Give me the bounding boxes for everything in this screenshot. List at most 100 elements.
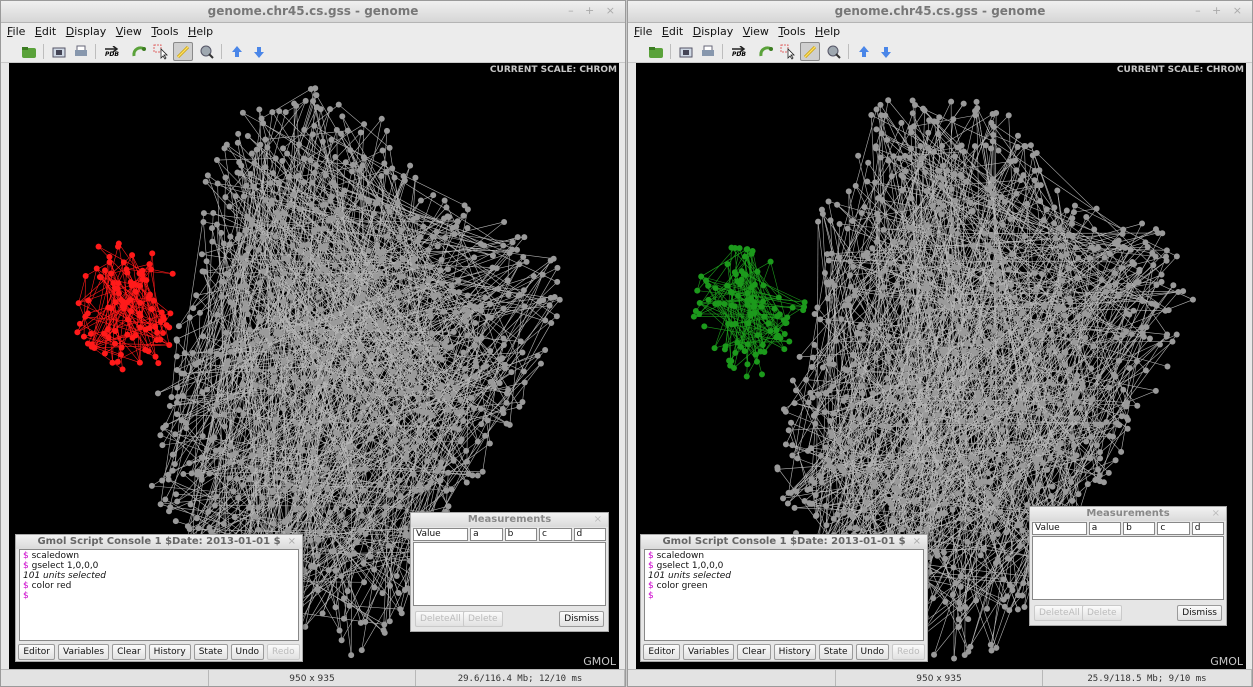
title-bar[interactable]: genome.chr45.cs.gss - genome – + × bbox=[1, 1, 625, 23]
redo-button[interactable]: Redo bbox=[892, 644, 925, 660]
bead bbox=[896, 155, 903, 162]
history-button[interactable]: History bbox=[773, 644, 816, 660]
screenshot-icon[interactable] bbox=[676, 42, 696, 61]
menu-help[interactable]: Help bbox=[188, 23, 213, 40]
column-value[interactable]: Value bbox=[413, 528, 469, 541]
console-input-line[interactable]: $ bbox=[648, 591, 920, 601]
console-input-line[interactable]: $ bbox=[23, 591, 295, 601]
console-title-bar[interactable]: Gmol Script Console 1 $Date: 2013-01-01 … bbox=[16, 535, 302, 549]
delete-button[interactable]: Delete bbox=[463, 611, 503, 627]
menu-file[interactable]: File bbox=[634, 23, 652, 40]
bead bbox=[367, 264, 374, 271]
dismiss-button[interactable]: Dismiss bbox=[559, 611, 604, 627]
column-value[interactable]: Value bbox=[1032, 522, 1087, 535]
select-icon[interactable] bbox=[778, 42, 798, 61]
menu-view[interactable]: View bbox=[743, 23, 769, 40]
bead bbox=[260, 268, 267, 275]
window-controls[interactable]: – + × bbox=[568, 4, 619, 17]
bead bbox=[340, 382, 347, 389]
screenshot-icon[interactable] bbox=[49, 42, 69, 61]
rotate-icon[interactable] bbox=[756, 42, 776, 61]
bead bbox=[988, 145, 995, 152]
column-d[interactable]: d bbox=[573, 528, 607, 541]
bead bbox=[108, 270, 115, 277]
bead bbox=[409, 377, 416, 384]
variables-button[interactable]: Variables bbox=[682, 644, 735, 660]
menu-file[interactable]: File bbox=[7, 23, 25, 40]
delete-all-button[interactable]: DeleteAll bbox=[1034, 605, 1085, 621]
state-button[interactable]: State bbox=[818, 644, 853, 660]
menu-tools[interactable]: Tools bbox=[151, 23, 178, 40]
bead bbox=[925, 229, 932, 236]
measurements-list[interactable] bbox=[413, 542, 606, 606]
menu-tools[interactable]: Tools bbox=[778, 23, 805, 40]
clear-button[interactable]: Clear bbox=[737, 644, 771, 660]
column-d[interactable]: d bbox=[1191, 522, 1225, 535]
close-icon[interactable]: × bbox=[594, 513, 602, 527]
delete-all-button[interactable]: DeleteAll bbox=[415, 611, 466, 627]
editor-button[interactable]: Editor bbox=[643, 644, 680, 660]
close-icon[interactable]: × bbox=[288, 535, 296, 549]
column-c[interactable]: c bbox=[539, 528, 572, 541]
bead bbox=[957, 515, 964, 522]
menu-edit[interactable]: Edit bbox=[35, 23, 56, 40]
close-icon[interactable]: × bbox=[913, 535, 921, 549]
rotate-icon[interactable] bbox=[129, 42, 149, 61]
undo-button[interactable]: Undo bbox=[230, 644, 265, 660]
column-b[interactable]: b bbox=[1123, 522, 1156, 535]
column-c[interactable]: c bbox=[1157, 522, 1190, 535]
column-a[interactable]: a bbox=[1088, 522, 1122, 535]
measure-icon[interactable] bbox=[173, 42, 193, 61]
close-icon[interactable]: × bbox=[1212, 507, 1220, 521]
measurements-title-bar[interactable]: Measurements × bbox=[411, 513, 608, 527]
dismiss-button[interactable]: Dismiss bbox=[1177, 605, 1222, 621]
bead bbox=[464, 292, 471, 299]
column-a[interactable]: a bbox=[470, 528, 503, 541]
bead bbox=[158, 309, 165, 316]
console-output[interactable]: $ scaledown $ gselect 1,0,0,0 101 units … bbox=[644, 549, 924, 641]
undo-button[interactable]: Undo bbox=[855, 644, 890, 660]
title-bar[interactable]: genome.chr45.cs.gss - genome – + × bbox=[628, 1, 1252, 23]
bead bbox=[343, 388, 350, 395]
measurements-list[interactable] bbox=[1032, 536, 1224, 600]
menu-help[interactable]: Help bbox=[815, 23, 840, 40]
open-icon[interactable] bbox=[646, 42, 666, 61]
measure-icon[interactable] bbox=[800, 42, 820, 61]
clear-button[interactable]: Clear bbox=[112, 644, 146, 660]
bead bbox=[372, 273, 379, 280]
menu-view[interactable]: View bbox=[116, 23, 142, 40]
print-icon[interactable] bbox=[71, 42, 91, 61]
measurements-title-bar[interactable]: Measurements × bbox=[1030, 507, 1226, 521]
window-controls[interactable]: – + × bbox=[1195, 4, 1246, 17]
zoom-in-icon[interactable] bbox=[227, 42, 247, 61]
spin-icon[interactable] bbox=[197, 42, 217, 61]
spin-icon[interactable] bbox=[824, 42, 844, 61]
redo-button[interactable]: Redo bbox=[267, 644, 300, 660]
export-pdb-icon[interactable]: PDB bbox=[101, 42, 123, 61]
bead bbox=[262, 343, 269, 350]
history-button[interactable]: History bbox=[148, 644, 191, 660]
export-pdb-icon[interactable]: PDB bbox=[728, 42, 750, 61]
menu-display[interactable]: Display bbox=[66, 23, 107, 40]
open-icon[interactable] bbox=[19, 42, 39, 61]
zoom-out-icon[interactable] bbox=[249, 42, 269, 61]
zoom-out-icon[interactable] bbox=[876, 42, 896, 61]
variables-button[interactable]: Variables bbox=[57, 644, 110, 660]
bead bbox=[877, 154, 884, 161]
console-output[interactable]: $ scaledown $ gselect 1,0,0,0 101 units … bbox=[19, 549, 299, 641]
menu-display[interactable]: Display bbox=[693, 23, 734, 40]
bead bbox=[458, 408, 465, 415]
bead bbox=[1008, 282, 1015, 289]
delete-button[interactable]: Delete bbox=[1082, 605, 1122, 621]
menu-edit[interactable]: Edit bbox=[662, 23, 683, 40]
select-icon[interactable] bbox=[151, 42, 171, 61]
editor-button[interactable]: Editor bbox=[18, 644, 55, 660]
zoom-in-icon[interactable] bbox=[854, 42, 874, 61]
print-icon[interactable] bbox=[698, 42, 718, 61]
column-b[interactable]: b bbox=[504, 528, 538, 541]
bead bbox=[811, 341, 818, 348]
bead bbox=[977, 409, 984, 416]
bead bbox=[329, 548, 336, 555]
console-title-bar[interactable]: Gmol Script Console 1 $Date: 2013-01-01 … bbox=[641, 535, 927, 549]
state-button[interactable]: State bbox=[193, 644, 228, 660]
